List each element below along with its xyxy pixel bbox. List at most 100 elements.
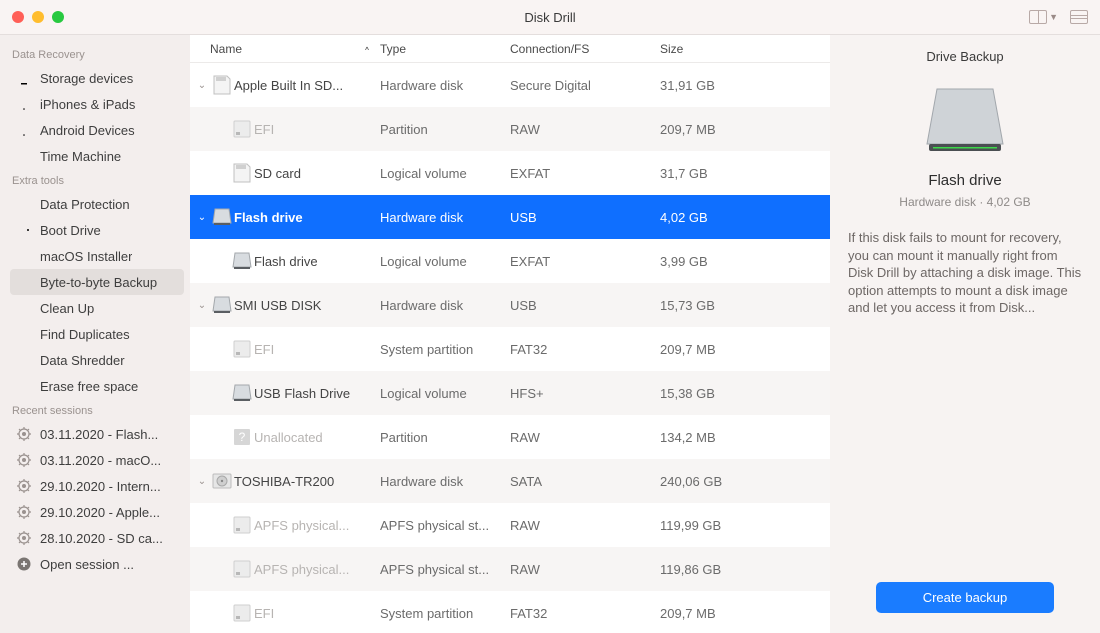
sidebar-item[interactable]: Data Protection [10,191,184,217]
row-connection: Secure Digital [510,78,653,93]
table-row[interactable]: ⌄TOSHIBA-TR200Hardware diskSATA240,06 GB [190,459,830,503]
row-name: Flash drive [234,210,380,225]
row-type: Hardware disk [380,78,510,93]
row-type: Hardware disk [380,210,510,225]
row-connection: RAW [510,562,653,577]
detail-title: Drive Backup [926,49,1003,64]
table-row[interactable]: UnallocatedPartitionRAW134,2 MB [190,415,830,459]
table-row[interactable]: Flash driveLogical volumeEXFAT3,99 GB [190,239,830,283]
table-row[interactable]: ⌄Apple Built In SD...Hardware diskSecure… [190,63,830,107]
column-type[interactable]: Type [380,42,510,56]
search-icon [16,326,32,342]
disk-icon [230,162,254,184]
zoom-window-button[interactable] [52,11,64,23]
sidebar-item[interactable]: Open session ... [10,551,184,577]
erase-icon [16,378,32,394]
sidebar-item-label: Boot Drive [40,223,101,238]
sidebar-item[interactable]: Erase free space [10,373,184,399]
row-type: Logical volume [380,386,510,401]
row-type: Logical volume [380,166,510,181]
sidebar-item[interactable]: Android Devices [10,117,184,143]
column-name[interactable]: Name∧ [210,42,380,56]
expand-toggle-icon[interactable]: ⌄ [194,80,210,91]
sidebar-item[interactable]: macOS Installer [10,243,184,269]
row-name: USB Flash Drive [254,386,380,401]
detail-drive-sub: Hardware disk · 4,02 GB [899,195,1030,209]
sidebar-item[interactable]: 29.10.2020 - Apple... [10,499,184,525]
gear-icon [16,478,32,494]
drive-icon [16,222,32,238]
gear-icon [16,452,32,468]
table-row[interactable]: USB Flash DriveLogical volumeHFS+15,38 G… [190,371,830,415]
chevron-down-icon[interactable]: ▼ [1049,12,1058,22]
sidebar-item[interactable]: Find Duplicates [10,321,184,347]
expand-toggle-icon[interactable]: ⌄ [194,212,210,223]
sidebar-item[interactable]: Byte-to-byte Backup [10,269,184,295]
row-name: SD card [254,166,380,181]
sidebar-item[interactable]: 03.11.2020 - macO... [10,447,184,473]
disk-icon [230,118,254,140]
table-row[interactable]: EFISystem partitionFAT32209,7 MB [190,327,830,371]
row-size: 134,2 MB [653,430,830,445]
expand-toggle-icon[interactable]: ⌄ [194,300,210,311]
expand-toggle-icon[interactable]: ⌄ [194,476,210,487]
table-row[interactable]: APFS physical...APFS physical st...RAW11… [190,547,830,591]
create-backup-button[interactable]: Create backup [876,582,1054,613]
sidebar-item-label: Open session ... [40,557,134,572]
row-connection: RAW [510,122,653,137]
disk-icon [230,558,254,580]
sidebar-item[interactable]: Data Shredder [10,347,184,373]
monitor-icon [16,70,32,86]
row-connection: USB [510,210,653,225]
row-connection: EXFAT [510,254,653,269]
sidebar-item-label: 29.10.2020 - Apple... [40,505,160,520]
row-connection: HFS+ [510,386,653,401]
sidebar-item[interactable]: 03.11.2020 - Flash... [10,421,184,447]
window-title: Disk Drill [0,10,1100,25]
phone-icon [16,96,32,112]
table-row[interactable]: EFISystem partitionFAT32209,7 MB [190,591,830,633]
row-name: EFI [254,122,380,137]
row-size: 240,06 GB [653,474,830,489]
drive-icon [925,84,1005,154]
view-mode-list-icon[interactable] [1029,10,1047,24]
sidebar-item[interactable]: Storage devices [10,65,184,91]
row-size: 31,91 GB [653,78,830,93]
sidebar-item-label: Clean Up [40,301,94,316]
sidebar-item[interactable]: iPhones & iPads [10,91,184,117]
close-window-button[interactable] [12,11,24,23]
table-row[interactable]: APFS physical...APFS physical st...RAW11… [190,503,830,547]
sparkle-icon [16,300,32,316]
disk-icon [210,206,234,228]
disk-icon [230,250,254,272]
sidebar-item-label: Find Duplicates [40,327,130,342]
sidebar-item[interactable]: Clean Up [10,295,184,321]
detail-description: If this disk fails to mount for recovery… [848,229,1082,317]
sidebar-item[interactable]: Boot Drive [10,217,184,243]
plus-icon [16,556,32,572]
gear-icon [16,530,32,546]
row-name: APFS physical... [254,562,380,577]
minimize-window-button[interactable] [32,11,44,23]
table-row[interactable]: SD cardLogical volumeEXFAT31,7 GB [190,151,830,195]
sidebar-item-label: macOS Installer [40,249,132,264]
table-row[interactable]: ⌄SMI USB DISKHardware diskUSB15,73 GB [190,283,830,327]
sidebar-item[interactable]: Time Machine [10,143,184,169]
titlebar: Disk Drill ▼ [0,0,1100,35]
view-mode-columns-icon[interactable] [1070,10,1088,24]
table-row[interactable]: EFIPartitionRAW209,7 MB [190,107,830,151]
disk-icon [230,338,254,360]
row-size: 209,7 MB [653,342,830,357]
sort-caret-icon: ∧ [364,45,370,51]
sidebar-item-label: 28.10.2020 - SD ca... [40,531,163,546]
sidebar-item[interactable]: 29.10.2020 - Intern... [10,473,184,499]
disk-icon [230,602,254,624]
table-header: Name∧ Type Connection/FS Size [190,35,830,63]
column-size[interactable]: Size [653,42,830,56]
row-size: 119,86 GB [653,562,830,577]
row-size: 15,38 GB [653,386,830,401]
sidebar-item[interactable]: 28.10.2020 - SD ca... [10,525,184,551]
sidebar-item-label: 03.11.2020 - macO... [40,453,161,468]
column-connection[interactable]: Connection/FS [510,42,653,56]
table-row[interactable]: ⌄Flash driveHardware diskUSB4,02 GB [190,195,830,239]
